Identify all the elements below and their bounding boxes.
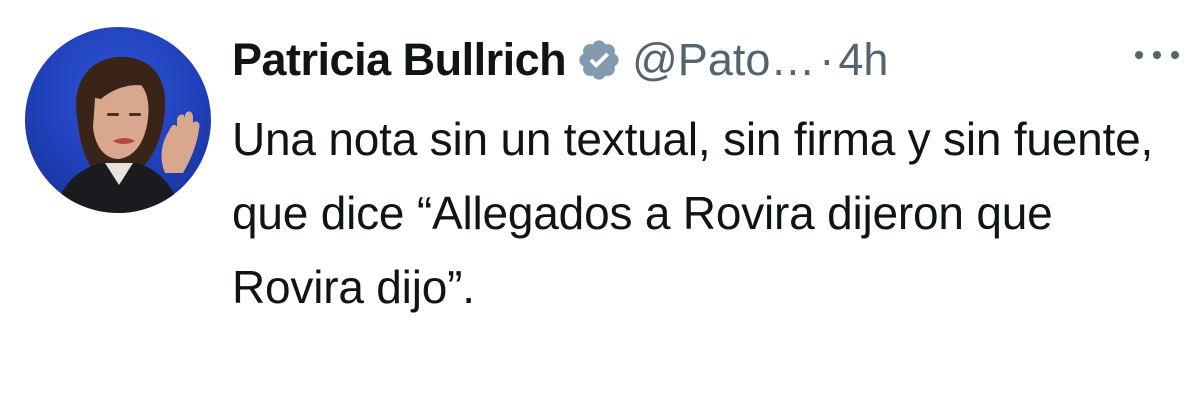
more-dot — [1171, 51, 1179, 59]
tweet-text: Una nota sin un textual, sin firma y sin… — [232, 113, 1154, 313]
tweet-card[interactable]: Patricia Bullrich @Pato… · 4h Una nota s… — [0, 0, 1200, 403]
more-dot — [1153, 51, 1161, 59]
separator-dot: · — [819, 34, 835, 85]
more-options-icon[interactable] — [1135, 40, 1179, 70]
tweet-timestamp[interactable]: 4h — [838, 34, 888, 86]
author-handle[interactable]: @Pato… — [632, 34, 815, 86]
avatar-image — [55, 56, 200, 213]
author-name[interactable]: Patricia Bullrich — [232, 34, 567, 86]
verified-badge-icon — [579, 40, 619, 80]
more-dot — [1135, 51, 1143, 59]
tweet-header: Patricia Bullrich @Pato… · 4h — [232, 22, 888, 98]
avatar[interactable] — [25, 27, 211, 213]
